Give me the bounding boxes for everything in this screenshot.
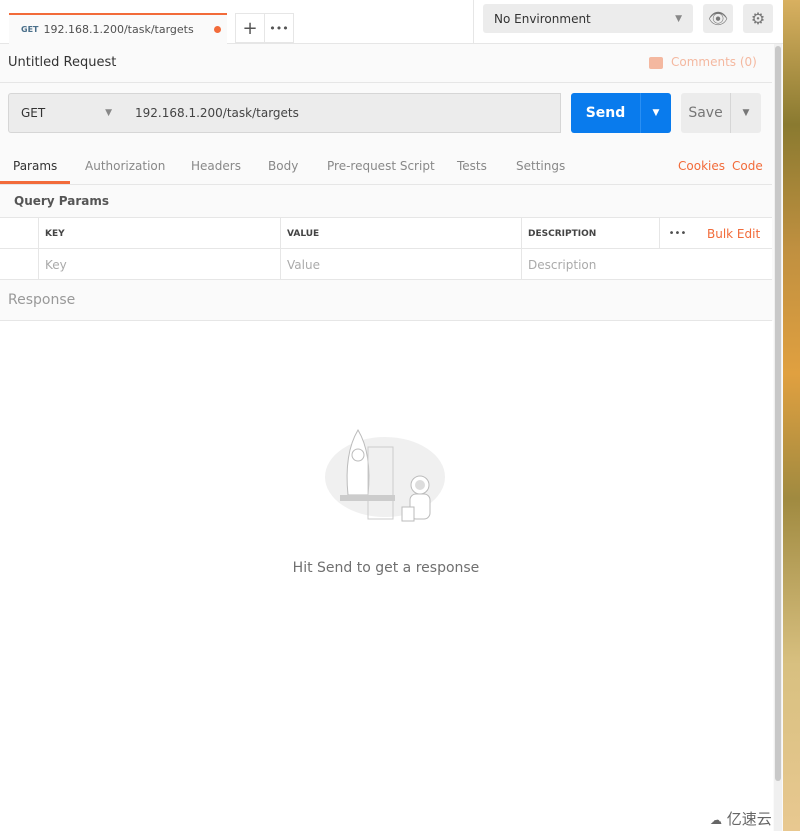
new-tab-button[interactable]: + [235,13,265,43]
more-options-button[interactable]: ••• [659,218,695,249]
column-key: KEY [38,218,281,249]
tab-headers[interactable]: Headers [191,159,241,173]
bulk-edit-link[interactable]: Bulk Edit [701,218,760,249]
column-description: DESCRIPTION [521,218,660,249]
send-options-chevron-icon[interactable]: ▼ [641,93,671,133]
tab-bar: GET 192.168.1.200/task/targets + ••• No … [0,0,783,44]
chevron-down-icon: ▼ [675,13,682,24]
empty-response-message: Hit Send to get a response [292,560,480,576]
tab-pre-request-script[interactable]: Pre-request Script [327,159,435,173]
tab-title: 192.168.1.200/task/targets [43,23,194,36]
method-value: GET [21,106,46,120]
watermark-logo: ☁ 亿速云 [710,810,772,828]
request-tab[interactable]: GET 192.168.1.200/task/targets [9,13,227,44]
send-button[interactable]: Send [571,93,641,133]
environment-select[interactable]: No Environment ▼ [483,4,693,33]
save-button[interactable]: Save [681,93,731,133]
divider [473,0,474,44]
table-row: Key Value Description [0,249,772,280]
url-input[interactable]: 192.168.1.200/task/targets [124,93,561,133]
tab-settings[interactable]: Settings [516,159,565,173]
save-button-group: Save ▼ [681,93,761,133]
tab-body[interactable]: Body [268,159,298,173]
scrollbar-thumb[interactable] [775,46,781,781]
request-subtabs: Params Authorization Headers Body Pre-re… [0,150,772,185]
desktop-background [783,0,800,831]
active-tab-indicator [0,181,70,184]
tab-more-button[interactable]: ••• [264,13,294,43]
query-params-title: Query Params [14,194,110,208]
save-options-chevron-icon[interactable]: ▼ [731,93,761,133]
method-select[interactable]: GET ▼ [8,93,125,133]
description-input[interactable]: Description [521,249,772,280]
tab-tests[interactable]: Tests [457,159,487,173]
comments-label: Comments (0) [671,55,757,69]
comment-icon [649,56,663,69]
table-header: KEY VALUE DESCRIPTION ••• Bulk Edit [0,218,772,249]
gear-icon[interactable]: ⚙ [743,4,773,33]
send-button-group: Send ▼ [571,93,671,133]
response-title: Response [8,292,76,308]
params-table: KEY VALUE DESCRIPTION ••• Bulk Edit Key … [0,217,772,280]
cookies-link[interactable]: Cookies [678,159,725,173]
value-input[interactable]: Value [280,249,522,280]
environment-value: No Environment [494,11,591,26]
tab-method: GET [21,25,39,34]
request-name: Untitled Request [8,55,117,70]
rocket-astronaut-illustration [325,429,445,522]
unsaved-dot-icon [214,26,221,33]
column-value: VALUE [280,218,522,249]
eye-icon[interactable]: 👁 [703,4,733,33]
comments-button[interactable]: Comments (0) [649,55,757,69]
tab-params[interactable]: Params [13,159,57,173]
chevron-down-icon: ▼ [105,108,112,118]
key-input[interactable]: Key [38,249,281,280]
divider [0,82,772,83]
code-link[interactable]: Code [732,159,763,173]
response-pane [0,321,773,831]
tab-authorization[interactable]: Authorization [85,159,165,173]
